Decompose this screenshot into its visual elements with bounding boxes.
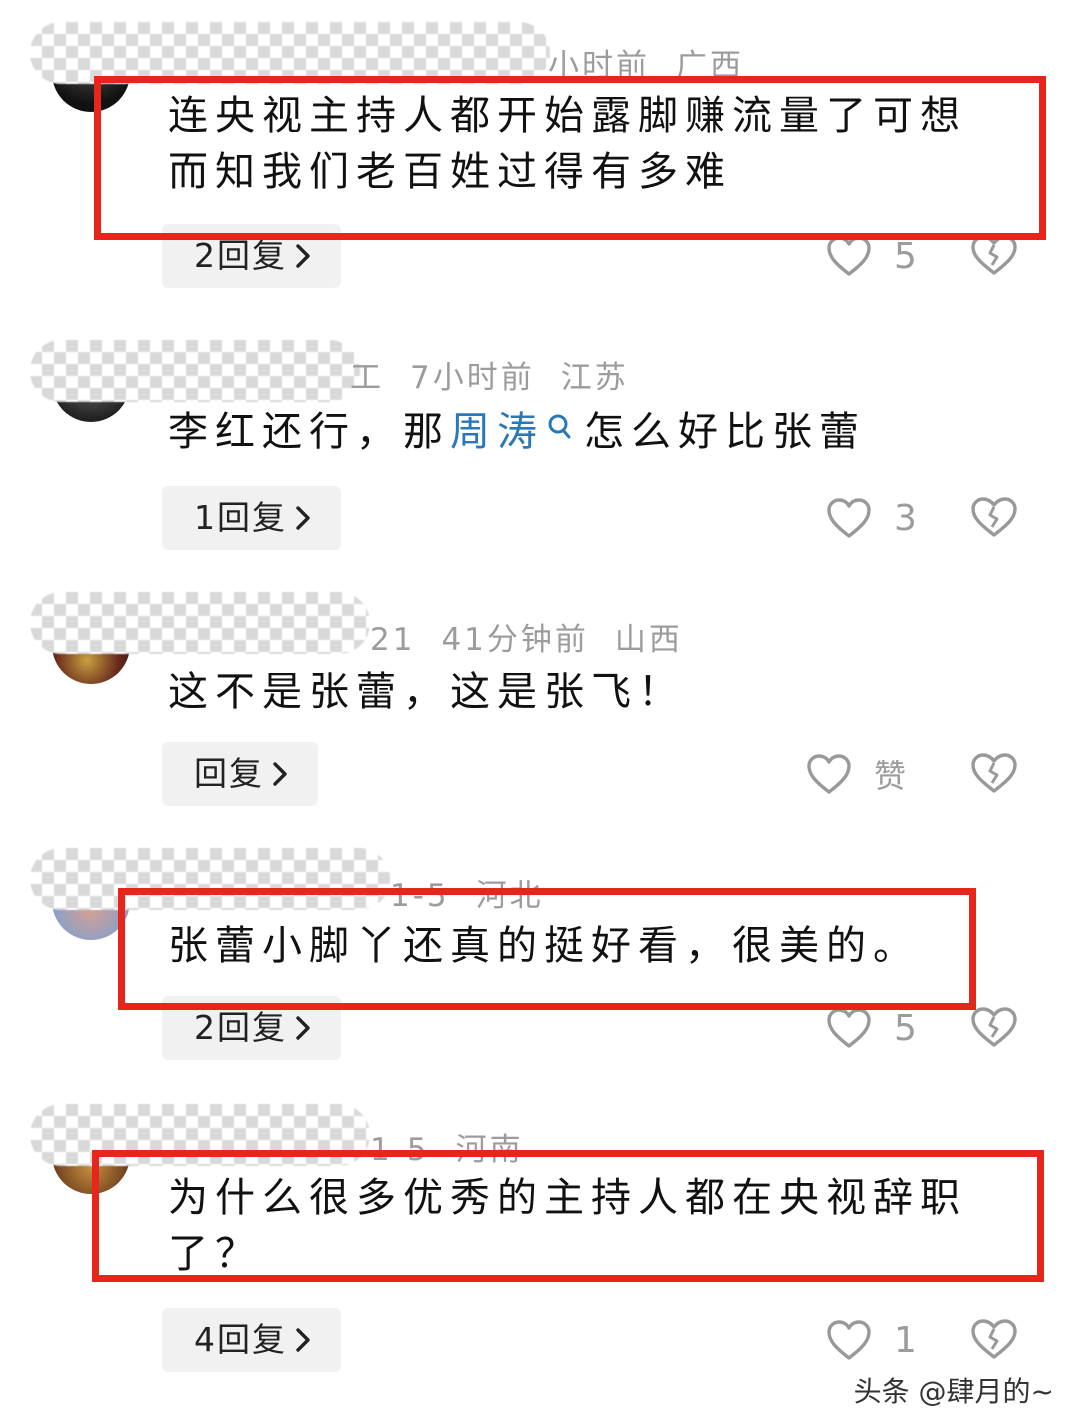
reply-label: 2回复 — [194, 236, 287, 275]
like-count: 5 — [894, 235, 917, 277]
search-link[interactable]: 周涛 — [450, 409, 544, 455]
highlight-box — [118, 888, 976, 1010]
comment-text-after: 怎么好比张蕾 — [584, 409, 866, 455]
reply-label: 2回复 — [194, 1008, 287, 1047]
reply-label: 4回复 — [194, 1320, 287, 1359]
broken-heart-icon — [970, 1007, 1018, 1052]
reply-label: 1回复 — [194, 498, 287, 537]
chevron-right-icon — [272, 744, 288, 808]
blurred-username — [30, 340, 360, 402]
comment-meta: 21 41分钟前 山西 — [370, 614, 709, 659]
broken-heart-icon — [970, 1319, 1018, 1364]
chevron-right-icon — [295, 488, 311, 552]
comment-time: 7小时前 — [410, 360, 535, 396]
like-count: 5 — [894, 1007, 917, 1049]
broken-heart-icon — [970, 235, 1018, 280]
heart-icon — [826, 235, 872, 277]
reply-button[interactable]: 回复 — [162, 742, 318, 806]
reply-button[interactable]: 1回复 — [162, 486, 341, 550]
dislike-button[interactable] — [970, 1318, 1018, 1364]
watermark: 头条 @肆月的~ — [853, 1375, 1054, 1408]
like-button[interactable]: 1 — [826, 1308, 917, 1372]
dislike-button[interactable] — [970, 234, 1018, 280]
heart-icon — [826, 497, 872, 539]
heart-icon — [826, 1319, 872, 1361]
chevron-right-icon — [295, 1310, 311, 1374]
reply-button[interactable]: 4回复 — [162, 1308, 341, 1372]
reply-label: 回复 — [194, 754, 264, 793]
dislike-button[interactable] — [970, 496, 1018, 542]
comment-text-before: 李红还行，那 — [168, 409, 450, 455]
comment-time: 41分钟前 — [441, 622, 589, 658]
comment-name-tail: 工 — [350, 360, 384, 396]
comment-location: 山西 — [614, 622, 683, 658]
comment-name-tail: 21 — [370, 622, 416, 658]
broken-heart-icon — [970, 753, 1018, 798]
blurred-username — [30, 592, 370, 654]
comment-text: 这不是张蕾，这是张飞！ — [168, 669, 685, 715]
blurred-username — [30, 22, 550, 84]
like-count: 3 — [894, 497, 917, 539]
dislike-button[interactable] — [970, 1006, 1018, 1052]
dislike-button[interactable] — [970, 752, 1018, 798]
like-count: 赞 — [874, 757, 907, 795]
like-button[interactable]: 赞 — [806, 742, 906, 806]
search-icon[interactable] — [546, 404, 572, 460]
heart-icon — [806, 753, 852, 795]
broken-heart-icon — [970, 497, 1018, 542]
like-button[interactable]: 3 — [826, 486, 917, 550]
comment-meta: 工 7小时前 江苏 — [350, 352, 655, 397]
heart-icon — [826, 1007, 872, 1049]
highlight-box — [92, 1150, 1044, 1282]
like-count: 1 — [894, 1319, 917, 1361]
comment-location: 江苏 — [560, 360, 629, 396]
comment-text: 李红还行，那周涛 怎么好比张蕾 — [168, 404, 1008, 460]
highlight-box — [94, 76, 1046, 240]
